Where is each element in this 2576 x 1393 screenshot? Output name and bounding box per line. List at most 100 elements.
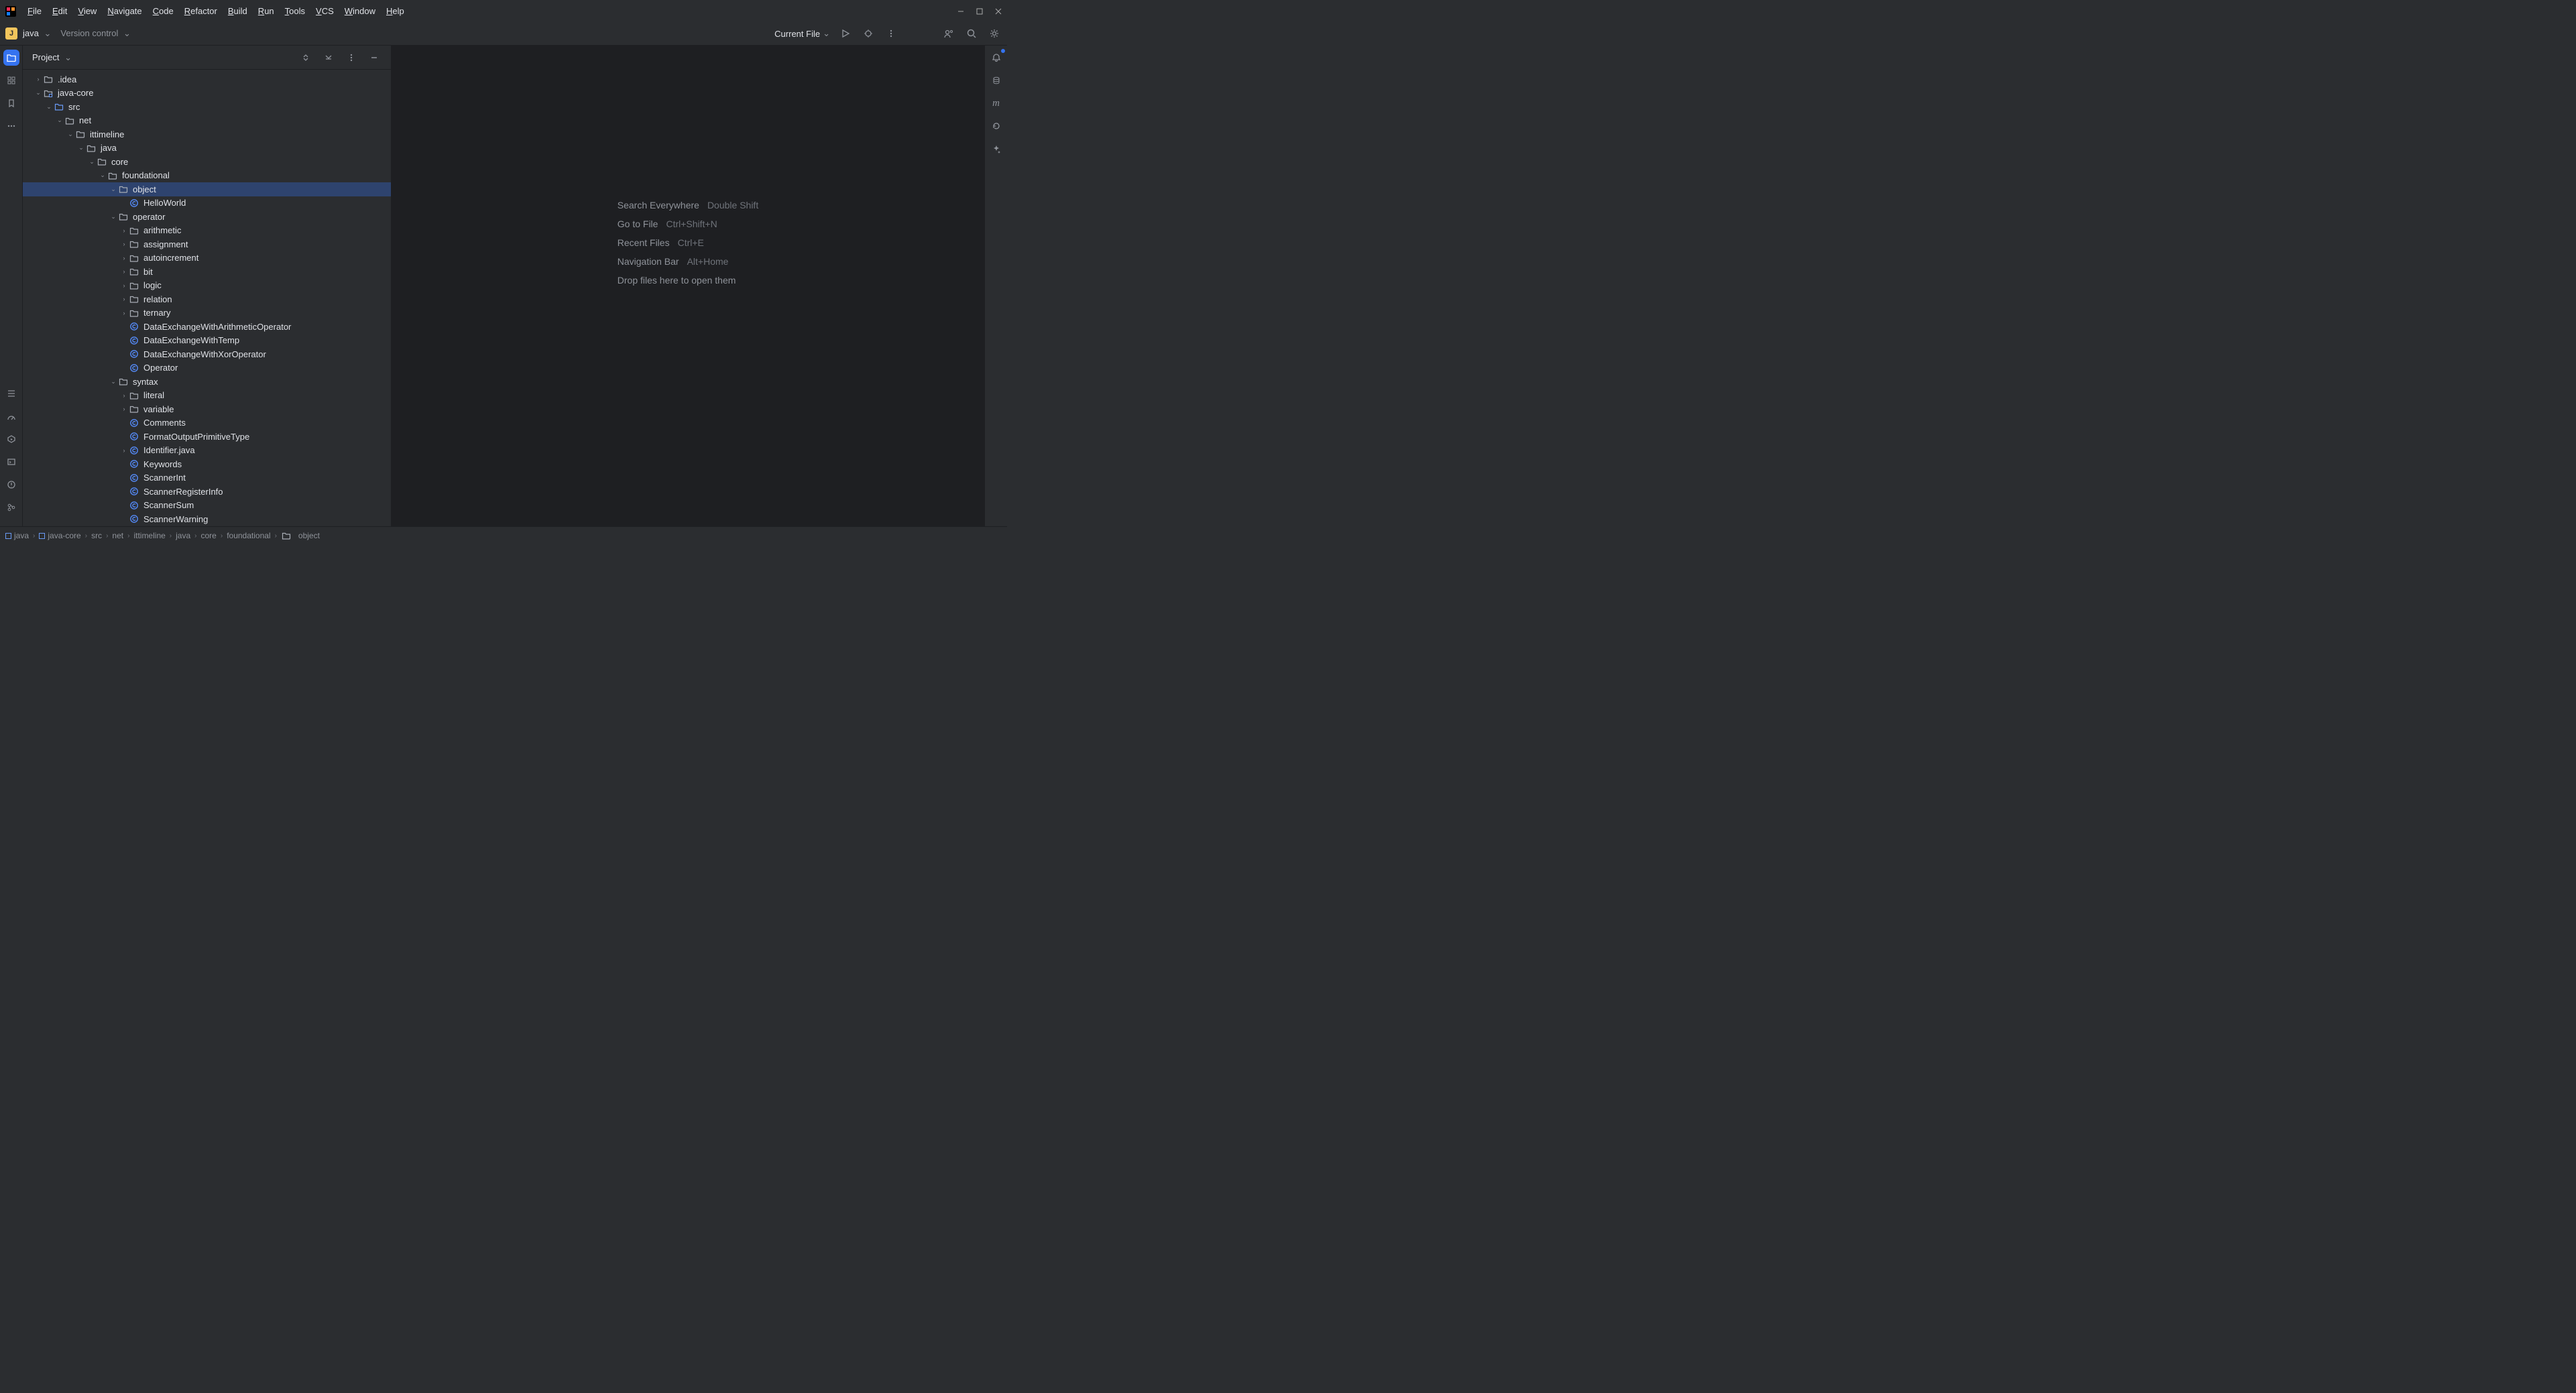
select-opened-file-button[interactable] [298,50,313,65]
hint-row[interactable]: Search EverywhereDouble Shift [618,200,758,210]
menu-edit[interactable]: Edit [48,3,72,19]
ai-assistant-button[interactable] [988,141,1004,157]
project-badge[interactable]: J [5,27,17,40]
vcs-widget[interactable]: Version control ⌄ [60,28,131,39]
recover-tool-button[interactable] [988,118,1004,134]
menu-window[interactable]: Window [340,3,380,19]
project-name-dropdown[interactable]: java ⌄ [23,28,51,39]
todo-tool-button[interactable] [3,385,19,402]
tree-arrow-icon[interactable]: › [119,310,129,316]
tree-item-autoincrement[interactable]: ›autoincrement [23,251,391,265]
tree-arrow-icon[interactable]: › [119,268,129,275]
tree-arrow-icon[interactable]: › [119,447,129,454]
close-button[interactable] [995,8,1002,15]
breadcrumb-item-ittimeline[interactable]: ittimeline [133,531,165,540]
tree-item-arithmetic[interactable]: ›arithmetic [23,224,391,238]
tree-item-logic[interactable]: ›logic [23,279,391,293]
search-button[interactable] [964,26,979,41]
tree-item-dataexchangewithxoroperator[interactable]: DataExchangeWithXorOperator [23,347,391,361]
project-tree[interactable]: ›.idea⌄java-core⌄src⌄net⌄ittimeline⌄java… [23,70,391,526]
breadcrumb-item-foundational[interactable]: foundational [227,531,270,540]
tree-item--idea[interactable]: ›.idea [23,72,391,86]
project-view-dropdown[interactable]: Project ⌄ [32,52,72,63]
tree-arrow-icon[interactable]: ⌄ [98,172,107,179]
menu-tools[interactable]: Tools [280,3,310,19]
breadcrumb-item-java[interactable]: java [176,531,190,540]
tree-item-formatoutputprimitivetype[interactable]: FormatOutputPrimitiveType [23,430,391,444]
maven-tool-button[interactable]: m [988,95,1004,111]
database-tool-button[interactable] [988,72,1004,88]
tree-arrow-icon[interactable]: ⌄ [87,158,97,166]
tree-arrow-icon[interactable]: ⌄ [109,213,118,221]
tree-item-comments[interactable]: Comments [23,416,391,430]
run-button[interactable] [838,26,853,41]
more-actions-button[interactable] [884,26,898,41]
tree-item-scannerregisterinfo[interactable]: ScannerRegisterInfo [23,485,391,499]
menu-help[interactable]: Help [382,3,409,19]
tree-item-ternary[interactable]: ›ternary [23,306,391,320]
panel-options-button[interactable] [344,50,359,65]
menu-refactor[interactable]: Refactor [180,3,222,19]
terminal-tool-button[interactable] [3,454,19,470]
tree-arrow-icon[interactable]: ⌄ [44,103,54,111]
tree-item-variable[interactable]: ›variable [23,402,391,416]
tree-item-bit[interactable]: ›bit [23,265,391,279]
menu-code[interactable]: Code [148,3,178,19]
minimize-button[interactable] [957,8,964,15]
run-config-dropdown[interactable]: Current File ⌄ [774,28,830,39]
maximize-button[interactable] [976,8,983,15]
tree-arrow-icon[interactable]: › [119,241,129,247]
services-tool-button[interactable] [3,431,19,447]
tree-arrow-icon[interactable]: ⌄ [109,378,118,385]
tree-arrow-icon[interactable]: › [119,406,129,412]
breadcrumb-item-object[interactable]: object [281,530,320,541]
breadcrumb-item-java[interactable]: java [5,531,29,540]
breadcrumb-item-src[interactable]: src [91,531,102,540]
tree-arrow-icon[interactable]: ⌄ [55,117,64,124]
tree-item-identifier-java[interactable]: ›Identifier.java [23,444,391,458]
breadcrumb-item-core[interactable]: core [201,531,217,540]
tree-item-net[interactable]: ⌄net [23,114,391,128]
tree-arrow-icon[interactable]: ⌄ [109,186,118,193]
tree-arrow-icon[interactable]: › [119,296,129,302]
menu-view[interactable]: View [73,3,101,19]
menu-file[interactable]: File [23,3,46,19]
tree-arrow-icon[interactable]: › [119,282,129,289]
project-tool-button[interactable] [3,50,19,66]
tree-item-keywords[interactable]: Keywords [23,457,391,471]
tree-item-dataexchangewithtemp[interactable]: DataExchangeWithTemp [23,334,391,348]
tree-arrow-icon[interactable]: ⌄ [34,89,43,97]
bookmarks-tool-button[interactable] [3,95,19,111]
tree-item-dataexchangewitharithmeticoperator[interactable]: DataExchangeWithArithmeticOperator [23,320,391,334]
notifications-button[interactable] [988,50,1004,66]
tree-item-syntax[interactable]: ⌄syntax [23,375,391,389]
tree-item-operator[interactable]: ⌄operator [23,210,391,224]
tree-item-foundational[interactable]: ⌄foundational [23,169,391,183]
tree-item-java-core[interactable]: ⌄java-core [23,86,391,101]
tree-item-scannersum[interactable]: ScannerSum [23,499,391,513]
hint-row[interactable]: Recent FilesCtrl+E [618,237,758,248]
tree-item-ittimeline[interactable]: ⌄ittimeline [23,127,391,141]
vcs-tool-button[interactable] [3,499,19,516]
editor-empty-state[interactable]: Search EverywhereDouble ShiftGo to FileC… [392,46,984,526]
menu-vcs[interactable]: VCS [311,3,339,19]
settings-button[interactable] [987,26,1002,41]
tree-item-assignment[interactable]: ›assignment [23,237,391,251]
problems-tool-button[interactable] [3,477,19,493]
tree-arrow-icon[interactable]: ⌄ [76,144,86,152]
menu-run[interactable]: Run [253,3,279,19]
tree-item-scannerint[interactable]: ScannerInt [23,471,391,485]
more-tools-button[interactable] [3,118,19,134]
tree-arrow-icon[interactable]: › [119,255,129,261]
tree-item-scannerwarning[interactable]: ScannerWarning [23,512,391,526]
hide-panel-button[interactable] [367,50,382,65]
tree-item-java[interactable]: ⌄java [23,141,391,156]
profiler-tool-button[interactable] [3,408,19,424]
tree-item-src[interactable]: ⌄src [23,100,391,114]
menu-navigate[interactable]: Navigate [103,3,146,19]
tree-arrow-icon[interactable]: › [34,76,43,82]
tree-item-core[interactable]: ⌄core [23,155,391,169]
tree-item-object[interactable]: ⌄object [23,182,391,196]
tree-arrow-icon[interactable]: › [119,227,129,234]
code-with-me-button[interactable] [941,26,956,41]
